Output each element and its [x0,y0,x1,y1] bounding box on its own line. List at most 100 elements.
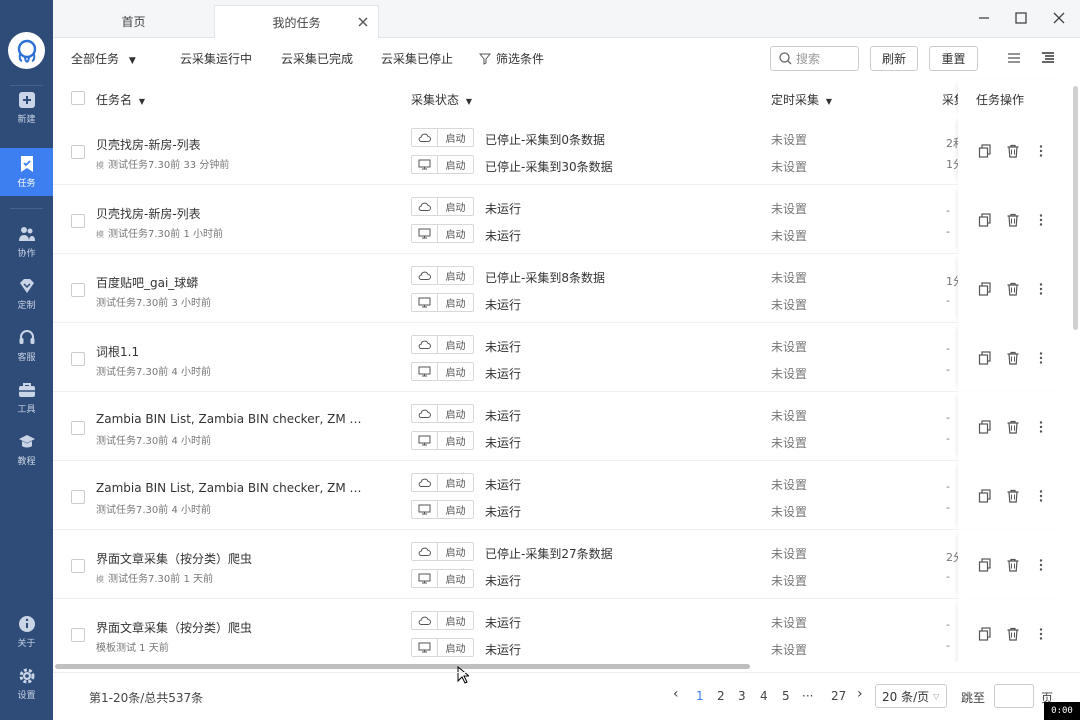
filter-conditions-button[interactable]: 筛选条件 [479,50,544,67]
row-checkbox[interactable] [71,559,85,573]
copy-button[interactable] [977,350,993,366]
maximize-button[interactable] [1012,9,1030,27]
local-start-button[interactable]: 启动 [411,500,474,519]
row-checkbox[interactable] [71,145,85,159]
sidebar-item-custom[interactable]: 定制 [0,270,53,318]
delete-button[interactable] [1005,143,1021,159]
reset-button[interactable]: 重置 [929,46,978,71]
table-row[interactable]: 词根1.1 测试任务7.30前 4 小时前 启动 未运行 启动 未运行 未设置 未设置 - - [53,323,1070,392]
local-start-button[interactable]: 启动 [411,362,474,381]
task-name[interactable]: 贝壳找房-新房-列表 [96,136,201,153]
delete-button[interactable] [1005,488,1021,504]
sidebar-item-about[interactable]: 关于 [0,608,53,656]
filter-cloud-completed[interactable]: 云采集已完成 [281,50,353,67]
sidebar-item-tutorial[interactable]: 教程 [0,426,53,474]
copy-button[interactable] [977,143,993,159]
copy-button[interactable] [977,281,993,297]
cloud-start-button[interactable]: 启动 [411,335,474,354]
search-input[interactable]: 搜索 [770,46,859,71]
row-checkbox[interactable] [71,628,85,642]
table-row[interactable]: 百度贴吧_gai_球蟒 测试任务7.30前 3 小时前 启动 已停止-采集到8条数据启… [53,254,1070,323]
copy-button[interactable] [977,488,993,504]
page-2[interactable]: 2 [717,689,725,703]
task-name[interactable]: 词根1.1 [96,343,139,360]
header-task-name[interactable]: 任务名 ▼ [96,91,145,108]
more-button[interactable] [1033,488,1049,504]
table-row[interactable]: 界面文章采集（按分类）爬虫 模板测试 1 天前 启动 未运行 启动 未运行 未设置 未设置 - - [53,599,1070,662]
next-page-button[interactable]: › [857,686,863,702]
table-row[interactable]: 贝壳找房-新房-列表模测试任务7.30前 33 分钟前 启动 已停止-采集到0条数据… [53,116,1070,185]
local-start-button[interactable]: 启动 [411,638,474,657]
refresh-button[interactable]: 刷新 [870,46,918,71]
table-row[interactable]: 界面文章采集（按分类）爬虫模测试任务7.30前 1 天前 启动 已停止-采集到27条… [53,530,1070,599]
delete-button[interactable] [1005,350,1021,366]
row-checkbox[interactable] [71,214,85,228]
task-name[interactable]: Zambia BIN List, Zambia BIN checker, ZM … [96,481,366,495]
horizontal-scrollbar[interactable] [53,662,1070,670]
delete-button[interactable] [1005,419,1021,435]
sidebar-item-tools[interactable]: 工具 [0,374,53,422]
row-checkbox[interactable] [71,421,85,435]
more-button[interactable] [1033,557,1049,573]
local-start-button[interactable]: 启动 [411,155,474,174]
sidebar-item-tasks[interactable]: 任务 [0,148,53,196]
task-name[interactable]: 界面文章采集（按分类）爬虫 [96,550,252,567]
sidebar-item-collab[interactable]: 协作 [0,218,53,266]
table-row[interactable]: Zambia BIN List, Zambia BIN checker, ZM … [53,461,1070,530]
row-checkbox[interactable] [71,352,85,366]
copy-button[interactable] [977,557,993,573]
page-4[interactable]: 4 [760,689,768,703]
jump-page-input[interactable] [994,684,1034,708]
task-name[interactable]: 贝壳找房-新房-列表 [96,205,201,222]
delete-button[interactable] [1005,626,1021,642]
copy-button[interactable] [977,212,993,228]
scrollbar-thumb[interactable] [55,664,750,669]
more-button[interactable] [1033,350,1049,366]
cloud-start-button[interactable]: 启动 [411,128,474,147]
task-name[interactable]: 界面文章采集（按分类）爬虫 [96,619,252,636]
tab-my-tasks[interactable]: 我的任务 [214,5,379,38]
filter-cloud-stopped[interactable]: 云采集已停止 [381,50,453,67]
table-row[interactable]: Zambia BIN List, Zambia BIN checker, ZM … [53,392,1070,461]
filter-cloud-running[interactable]: 云采集运行中 [180,50,252,67]
page-1[interactable]: 1 [696,689,704,703]
delete-button[interactable] [1005,281,1021,297]
minimize-button[interactable] [975,9,993,27]
copy-button[interactable] [977,626,993,642]
page-5[interactable]: 5 [782,689,790,703]
close-window-button[interactable] [1050,9,1068,27]
sidebar-item-support[interactable]: 客服 [0,322,53,370]
list-view-button[interactable] [1007,51,1021,68]
scrollbar-thumb[interactable] [1073,86,1078,330]
row-checkbox[interactable] [71,283,85,297]
copy-button[interactable] [977,419,993,435]
more-button[interactable] [1033,626,1049,642]
delete-button[interactable] [1005,557,1021,573]
local-start-button[interactable]: 启动 [411,224,474,243]
local-start-button[interactable]: 启动 [411,293,474,312]
table-row[interactable]: 贝壳找房-新房-列表模测试任务7.30前 1 小时前 启动 未运行 启动 未运行 未设置未… [53,185,1070,254]
vertical-scrollbar[interactable] [1072,80,1080,660]
cloud-start-button[interactable]: 启动 [411,611,474,630]
task-name[interactable]: Zambia BIN List, Zambia BIN checker, ZM … [96,412,366,426]
sidebar-item-settings[interactable]: 设置 [0,660,53,708]
page-size-select[interactable]: 20 条/页 ▽ [875,684,947,708]
close-tab-icon[interactable] [356,15,370,29]
cloud-start-button[interactable]: 启动 [411,542,474,561]
page-last[interactable]: 27 [831,689,846,703]
pagination-ellipsis[interactable]: ··· [802,689,813,703]
cloud-start-button[interactable]: 启动 [411,266,474,285]
more-button[interactable] [1033,143,1049,159]
row-checkbox[interactable] [71,490,85,504]
all-tasks-dropdown[interactable]: 全部任务 ▼ [71,50,136,67]
sidebar-item-new[interactable]: 新建 [0,84,53,132]
tab-home[interactable]: 首页 [53,5,214,38]
more-button[interactable] [1033,281,1049,297]
cloud-start-button[interactable]: 启动 [411,404,474,423]
select-all-checkbox[interactable] [71,91,85,105]
cloud-start-button[interactable]: 启动 [411,473,474,492]
cloud-start-button[interactable]: 启动 [411,197,474,216]
header-schedule[interactable]: 定时采集 ▼ [771,91,832,108]
local-start-button[interactable]: 启动 [411,431,474,450]
prev-page-button[interactable]: ‹ [673,686,679,702]
